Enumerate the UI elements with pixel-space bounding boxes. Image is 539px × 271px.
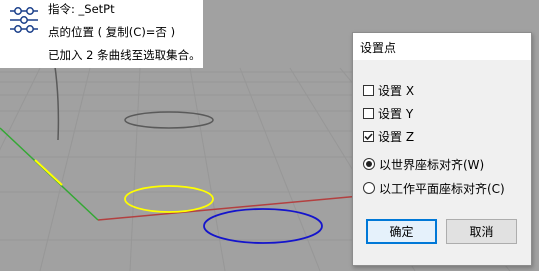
check-mark-icon — [364, 132, 373, 140]
checkbox-box[interactable] — [363, 84, 374, 96]
checkbox-box[interactable] — [363, 130, 374, 142]
cancel-button[interactable]: 取消 — [446, 219, 517, 244]
checkbox-label: 设置 X — [378, 83, 415, 98]
command-line-3: 已加入 2 条曲线至选取集合。 — [48, 48, 201, 62]
command-line-1: 指令: _SetPt — [48, 2, 115, 16]
checkbox-label: 设置 Z — [378, 129, 415, 144]
setpt-icon — [10, 7, 38, 33]
checkbox-set-y[interactable]: 设置 Y — [363, 105, 413, 121]
curve-blue-ellipse[interactable] — [203, 208, 323, 244]
radio-label: 以世界座标对齐(W) — [379, 157, 485, 172]
radio-world-align[interactable]: 以世界座标对齐(W) — [363, 156, 484, 172]
checkbox-label: 设置 Y — [378, 106, 414, 121]
checkbox-box[interactable] — [363, 107, 374, 119]
set-points-dialog: 设置点 设置 X 设置 Y 设置 Z 以世界座标对齐(W) 以工作平面座标对齐(… — [352, 32, 532, 266]
radio-button[interactable] — [363, 158, 375, 170]
curve-gray-ellipse[interactable] — [124, 111, 214, 129]
checkbox-set-z[interactable]: 设置 Z — [363, 128, 414, 144]
radio-label: 以工作平面座标对齐(C) — [379, 181, 505, 196]
command-history-panel: 指令: _SetPt 点的位置 ( 复制(C)=否 ) 已加入 2 条曲线至选取… — [0, 0, 203, 68]
ok-button[interactable]: 确定 — [366, 219, 437, 244]
radio-cplane-align[interactable]: 以工作平面座标对齐(C) — [363, 180, 505, 196]
checkbox-set-x[interactable]: 设置 X — [363, 82, 414, 98]
radio-button[interactable] — [363, 182, 375, 194]
dialog-titlebar[interactable]: 设置点 — [353, 33, 531, 60]
dialog-title: 设置点 — [360, 41, 397, 55]
curve-yellow-line[interactable] — [34, 159, 63, 186]
radio-selected-dot — [366, 161, 372, 167]
command-line-2: 点的位置 ( 复制(C)=否 ) — [48, 25, 176, 39]
curve-yellow-ellipse[interactable] — [124, 185, 214, 213]
